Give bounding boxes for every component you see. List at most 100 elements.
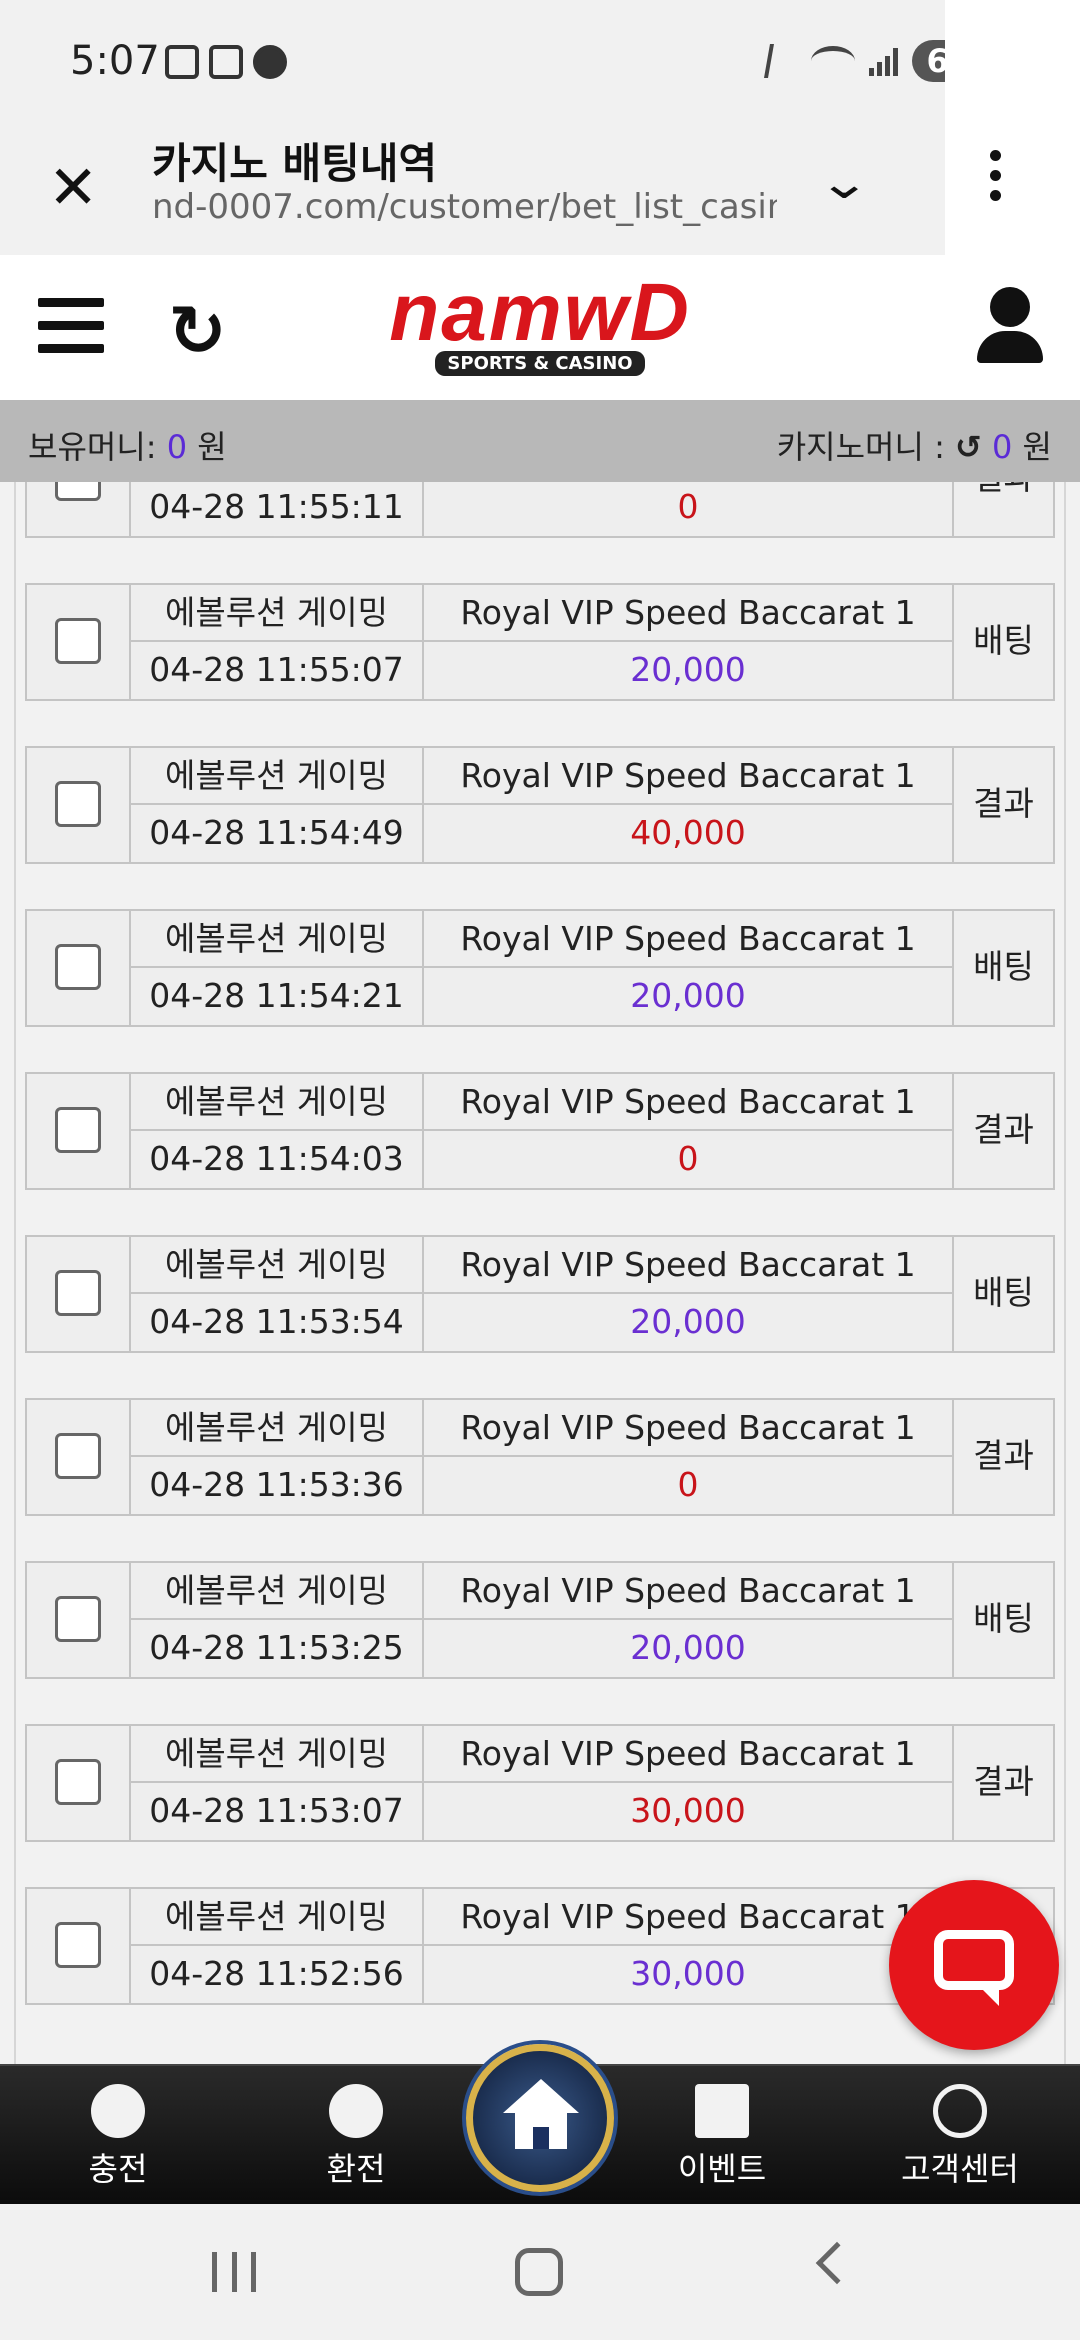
row-checkbox[interactable] <box>55 781 101 827</box>
nav-support-label: 고객센터 <box>901 2150 1019 2188</box>
row-checkbox[interactable] <box>55 944 101 990</box>
bet-amount: 30,000 <box>424 1946 954 2003</box>
site-header: ↻ namwD SPORTS & CASINO <box>0 255 1080 400</box>
casino-refresh-icon[interactable]: ↺ <box>955 428 982 466</box>
page-title: 카지노 배팅내역 <box>152 139 438 188</box>
user-profile-icon[interactable] <box>975 287 1045 367</box>
bet-row[interactable]: 에볼루션 게이밍 04-28 11:54:49 Royal VIP Speed Ba… <box>25 746 1055 864</box>
bet-datetime: 04-28 11:53:54 <box>131 1294 424 1351</box>
gift-notification-icon <box>209 45 243 79</box>
bet-game: Royal VIP Speed Baccarat 1 <box>424 911 954 968</box>
bet-game: Royal VIP Speed Baccarat 1 <box>424 1237 954 1294</box>
bet-datetime: 04-28 11:55:11 <box>131 482 424 536</box>
bet-amount: 20,000 <box>424 1294 954 1351</box>
logo-subtext: SPORTS & CASINO <box>435 351 645 376</box>
held-money: 보유머니: 0 원 <box>28 422 227 468</box>
bet-row[interactable]: 에볼루션 게이밍04-28 11:55:11Royal VIP Speed Ba… <box>25 482 1055 538</box>
bet-amount: 20,000 <box>424 1620 954 1677</box>
nav-event-label: 이벤트 <box>677 2150 767 2188</box>
gift-icon <box>695 2084 749 2138</box>
bet-type: 결과 <box>973 1110 1034 1149</box>
bet-type: 결과 <box>954 482 1053 536</box>
bet-provider: 에볼루션 게이밍 <box>131 1074 424 1131</box>
bet-amount: 40,000 <box>424 805 954 862</box>
bet-row[interactable]: 에볼루션 게이밍 04-28 11:54:03 Royal VIP Speed Ba… <box>25 1072 1055 1190</box>
bet-row[interactable]: 에볼루션 게이밍 04-28 11:54:21 Royal VIP Speed Ba… <box>25 909 1055 1027</box>
row-checkbox[interactable] <box>55 1270 101 1316</box>
system-home-icon[interactable] <box>515 2248 563 2296</box>
bet-row[interactable]: 에볼루션 게이밍 04-28 11:53:36 Royal VIP Speed Ba… <box>25 1398 1055 1516</box>
row-select-cell <box>27 1237 131 1351</box>
live-chat-button[interactable] <box>889 1880 1059 2050</box>
row-checkbox[interactable] <box>55 1759 101 1805</box>
casino-money: 카지노머니 : ↺ 0 원 <box>777 422 1052 468</box>
home-icon <box>503 2079 579 2113</box>
status-bar: 5:07 60 <box>0 0 1080 125</box>
piggy-bank-plus-icon <box>91 2084 145 2138</box>
bet-history-list[interactable]: 에볼루션 게이밍 04-28 11:55:11 Royal VIP Speed Ba… <box>0 482 1080 2064</box>
signal-icon <box>869 46 899 76</box>
row-select-cell <box>27 1074 131 1188</box>
bet-datetime: 04-28 11:54:49 <box>131 805 424 862</box>
browser-toolbar: ✕ 카지노 배팅내역 nd-0007.com/customer/bet_list… <box>0 125 945 255</box>
bet-provider: 에볼루션 게이밍 <box>131 1563 424 1620</box>
bet-row[interactable]: 에볼루션 게이밍 04-28 11:53:54 Royal VIP Speed Ba… <box>25 1235 1055 1353</box>
chat-icon <box>934 1930 1014 1990</box>
bet-type: 결과 <box>973 1762 1034 1801</box>
row-checkbox[interactable] <box>55 1596 101 1642</box>
menu-icon[interactable] <box>38 298 104 367</box>
system-nav-bar <box>0 2204 1080 2340</box>
nav-support[interactable]: 고객센터 <box>870 2084 1050 2190</box>
casino-money-value: 0 <box>992 428 1013 466</box>
held-money-value: 0 <box>166 428 188 466</box>
row-select-cell <box>27 482 131 536</box>
status-time: 5:07 <box>70 38 160 84</box>
bet-type: 결과 <box>973 1436 1034 1475</box>
bet-datetime: 04-28 11:52:56 <box>131 1946 424 2003</box>
bet-provider: 에볼루션 게이밍 <box>131 1889 424 1946</box>
nav-event[interactable]: 이벤트 <box>632 2084 812 2190</box>
bet-row[interactable]: 에볼루션 게이밍 04-28 11:53:07 Royal VIP Speed Ba… <box>25 1724 1055 1842</box>
bet-amount: 30,000 <box>424 1783 954 1840</box>
logo-text: namwD <box>389 267 691 358</box>
recent-apps-icon[interactable] <box>212 2252 256 2292</box>
url-bar[interactable]: nd-0007.com/customer/bet_list_casino <box>152 187 777 227</box>
bet-row[interactable]: 에볼루션 게이밍 04-28 11:55:07 Royal VIP Speed Ba… <box>25 583 1055 701</box>
row-checkbox[interactable] <box>55 1922 101 1968</box>
bet-datetime: 04-28 11:53:36 <box>131 1457 424 1514</box>
bet-type: 배팅 <box>973 947 1034 986</box>
row-checkbox[interactable] <box>55 1107 101 1153</box>
row-checkbox[interactable] <box>55 1433 101 1479</box>
chevron-down-icon[interactable]: ⌄ <box>817 155 871 209</box>
back-icon[interactable] <box>815 2241 859 2285</box>
bet-amount: 20,000 <box>424 642 954 699</box>
row-select-cell <box>27 911 131 1025</box>
row-select-cell <box>27 1726 131 1840</box>
bet-datetime: 04-28 11:54:21 <box>131 968 424 1025</box>
bet-game: Royal VIP Speed Baccarat 1 <box>424 1726 954 1783</box>
wifi-icon <box>811 46 856 76</box>
bet-game: Royal VIP Speed Baccarat 1 <box>424 1400 954 1457</box>
nav-charge[interactable]: 충전 <box>28 2084 208 2190</box>
screenshot-icon <box>165 45 199 79</box>
bet-row[interactable]: 에볼루션 게이밍 04-28 11:53:25 Royal VIP Speed Ba… <box>25 1561 1055 1679</box>
refresh-icon[interactable]: ↻ <box>168 290 227 372</box>
bet-game: Royal VIP Speed Baccarat 1 <box>424 1563 954 1620</box>
bet-amount: 20,000 <box>424 968 954 1025</box>
more-options-icon[interactable] <box>990 150 1002 210</box>
row-checkbox[interactable] <box>55 482 101 501</box>
bet-provider: 에볼루션 게이밍 <box>131 585 424 642</box>
bet-game: Royal VIP Speed Baccarat 1 <box>424 1074 954 1131</box>
bet-provider: 에볼루션 게이밍 <box>131 1237 424 1294</box>
nav-exchange[interactable]: 환전 <box>266 2084 446 2190</box>
bet-provider: 에볼루션 게이밍 <box>131 1400 424 1457</box>
casino-money-label: 카지노머니 : <box>776 428 945 466</box>
bet-type: 배팅 <box>973 1273 1034 1312</box>
bet-game: Royal VIP Speed Baccarat 1 <box>424 1889 954 1946</box>
row-checkbox[interactable] <box>55 618 101 664</box>
row-select-cell <box>27 1889 131 2003</box>
site-logo[interactable]: namwD SPORTS & CASINO <box>360 267 720 377</box>
close-tab-icon[interactable]: ✕ <box>48 158 98 218</box>
bet-type: 결과 <box>973 784 1034 823</box>
home-button[interactable] <box>466 2044 614 2192</box>
